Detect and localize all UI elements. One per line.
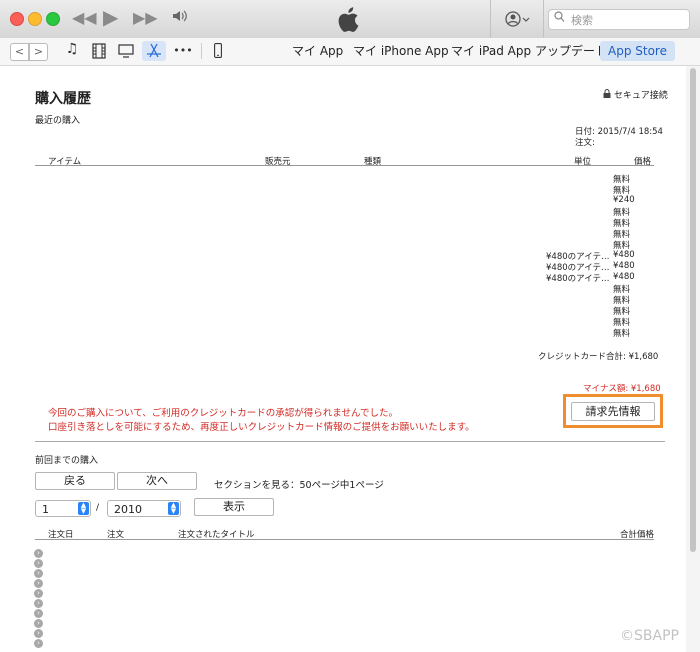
show-button[interactable]: 表示 bbox=[194, 498, 274, 516]
year-select[interactable]: 2010 ▲ ▼ bbox=[107, 500, 181, 517]
month-select[interactable]: 1 ▲ ▼ bbox=[35, 500, 91, 517]
disclosure-arrow-icon[interactable]: › bbox=[34, 639, 43, 648]
row-price: ¥240 bbox=[613, 195, 635, 205]
tab-updates[interactable]: アップデート bbox=[535, 41, 607, 61]
toolbar-divider bbox=[201, 43, 202, 59]
account-button[interactable] bbox=[490, 0, 544, 38]
disclosure-arrow-icon[interactable]: › bbox=[34, 609, 43, 618]
tab-my-apps[interactable]: マイ App bbox=[292, 41, 343, 61]
title-bar: ◀◀ ▶ ▶▶ 検索 bbox=[0, 0, 700, 39]
row-price: ¥480 bbox=[613, 261, 635, 271]
page-indicator: セクションを見る：50ページ中1ページ bbox=[214, 480, 384, 491]
row-price: ¥480 bbox=[613, 250, 635, 260]
apple-logo-icon bbox=[337, 6, 359, 36]
movies-icon[interactable] bbox=[89, 41, 109, 61]
minus-amount: マイナス額: ¥1,680 bbox=[583, 384, 661, 394]
tab-my-ipad-apps[interactable]: マイ iPad App bbox=[451, 41, 531, 61]
chevron-updown-icon: ▲ ▼ bbox=[78, 502, 89, 515]
disclosure-arrow-icon[interactable]: › bbox=[34, 579, 43, 588]
row-price: ¥480 bbox=[613, 272, 635, 282]
previous-page-button[interactable]: 戻る bbox=[35, 472, 115, 490]
disclosure-arrow-icon[interactable]: › bbox=[34, 629, 43, 638]
volume-icon[interactable] bbox=[172, 8, 188, 27]
table-header-divider bbox=[35, 165, 654, 166]
disclosure-arrow-icon[interactable]: › bbox=[34, 619, 43, 628]
lock-icon bbox=[603, 89, 611, 98]
iphone-device-icon[interactable] bbox=[210, 41, 226, 61]
rewind-icon[interactable]: ◀◀ bbox=[72, 8, 97, 27]
toolbar: < > ♫ ••• マイ App マイ iPhone App マイ iPad A… bbox=[0, 38, 700, 66]
section-divider bbox=[35, 441, 665, 442]
forward-button[interactable]: > bbox=[29, 43, 48, 61]
order-number: 注文: bbox=[575, 138, 595, 148]
music-icon[interactable]: ♫ bbox=[62, 41, 82, 61]
search-icon bbox=[554, 11, 565, 26]
next-page-button[interactable]: 次へ bbox=[117, 472, 197, 490]
previous-purchases-heading: 前回までの購入 bbox=[35, 456, 99, 466]
scrollbar-thumb[interactable] bbox=[690, 68, 696, 552]
disclosure-arrow-icon[interactable]: › bbox=[34, 589, 43, 598]
chevron-updown-icon: ▲ ▼ bbox=[168, 502, 179, 515]
credit-card-total: クレジットカード合計: ¥1,680 bbox=[538, 352, 659, 362]
play-icon[interactable]: ▶ bbox=[103, 5, 118, 29]
search-placeholder: 検索 bbox=[571, 14, 593, 27]
back-button[interactable]: < bbox=[10, 43, 29, 61]
disclosure-arrow-icon[interactable]: › bbox=[34, 569, 43, 578]
card-update-message: 口座引き落としを可能にするため、再度正しいクレジットカード情報のご提供をお願いい… bbox=[48, 422, 475, 433]
more-icon[interactable]: ••• bbox=[173, 41, 193, 61]
month-value: 1 bbox=[42, 503, 49, 516]
tab-app-store[interactable]: App Store bbox=[600, 41, 675, 61]
secure-connection: セキュア接続 bbox=[603, 88, 668, 101]
date-separator: / bbox=[96, 503, 100, 513]
search-input[interactable]: 検索 bbox=[548, 9, 690, 30]
zoom-window-button[interactable] bbox=[46, 12, 60, 26]
disclosure-arrow-icon[interactable]: › bbox=[34, 559, 43, 568]
recent-purchases-heading: 最近の購入 bbox=[35, 116, 81, 126]
minimize-window-button[interactable] bbox=[28, 12, 42, 26]
row-price: 無料 bbox=[613, 329, 631, 339]
tv-icon[interactable] bbox=[116, 41, 136, 61]
year-value: 2010 bbox=[114, 503, 142, 516]
billing-info-button[interactable]: 請求先情報 bbox=[571, 402, 655, 421]
close-window-button[interactable] bbox=[10, 12, 24, 26]
watermark: ©SBAPP bbox=[620, 628, 679, 644]
history-header-divider bbox=[35, 539, 654, 540]
tab-my-iphone-apps[interactable]: マイ iPhone App bbox=[353, 41, 449, 61]
fast-forward-icon[interactable]: ▶▶ bbox=[133, 8, 158, 27]
disclosure-arrow-icon[interactable]: › bbox=[34, 599, 43, 608]
app-store-icon[interactable] bbox=[142, 41, 166, 61]
row-unit: ¥480のアイテ… bbox=[546, 274, 610, 284]
page-title: 購入履歴 bbox=[35, 91, 91, 107]
card-declined-message: 今回のご購入について、ご利用のクレジットカードの承認が得られませんでした。 bbox=[48, 408, 398, 419]
disclosure-arrow-icon[interactable]: › bbox=[34, 549, 43, 558]
secure-connection-label: セキュア接続 bbox=[613, 91, 668, 101]
